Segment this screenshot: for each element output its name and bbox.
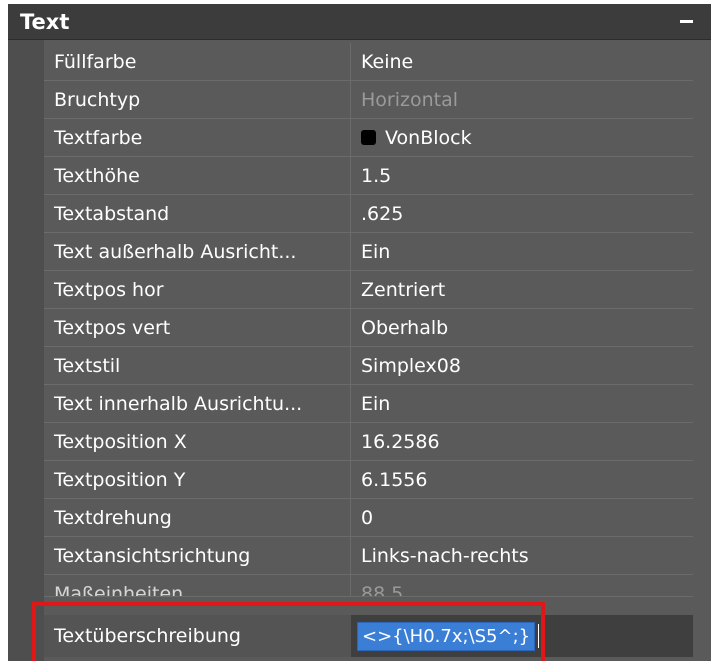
property-value[interactable]: 0 [351, 499, 693, 536]
text-override-field[interactable]: <>{\H0.7x;\S5^;} [351, 615, 693, 657]
color-swatch-icon [361, 130, 376, 145]
property-row-textueberschreibung[interactable]: Textüberschreibung <>{\H0.7x;\S5^;} [44, 615, 693, 657]
properties-panel: Text Füllfarbe Keine Bruchtyp Horizontal… [8, 4, 711, 661]
property-label: Textpos vert [44, 309, 351, 346]
section-header-text[interactable]: Text [8, 4, 711, 40]
property-value[interactable]: 16.2586 [351, 423, 693, 460]
property-label: Bruchtyp [44, 81, 351, 118]
text-cursor [538, 624, 540, 648]
property-value[interactable]: Links-nach-rechts [351, 537, 693, 574]
property-row-textposition-y[interactable]: Textposition Y 6.1556 [44, 461, 693, 499]
property-row-textdrehung[interactable]: Textdrehung 0 [44, 499, 693, 537]
property-row-texthoehe[interactable]: Texthöhe 1.5 [44, 157, 693, 195]
property-label: Textposition Y [44, 461, 351, 498]
property-value[interactable]: Keine [351, 43, 693, 80]
property-value: Horizontal [361, 88, 459, 111]
property-row-textabstand[interactable]: Textabstand .625 [44, 195, 693, 233]
property-label: Texthöhe [44, 157, 351, 194]
row-gutter [8, 40, 44, 661]
property-label: Text innerhalb Ausrichtu... [44, 385, 351, 422]
property-label: Textposition X [44, 423, 351, 460]
property-value[interactable]: Ein [351, 385, 693, 422]
property-value[interactable]: 1.5 [351, 157, 693, 194]
property-label: Füllfarbe [44, 43, 351, 80]
property-row-textstil[interactable]: Textstil Simplex08 [44, 347, 693, 385]
property-label: Textpos hor [44, 271, 351, 308]
property-row-textfarbe[interactable]: Textfarbe VonBlock [44, 119, 693, 157]
property-label: Textabstand [44, 195, 351, 232]
text-override-input[interactable]: <>{\H0.7x;\S5^;} [357, 621, 536, 651]
property-row-textpos-hor[interactable]: Textpos hor Zentriert [44, 271, 693, 309]
property-value: 88.5 [361, 583, 404, 597]
property-row-text-ausserhalb[interactable]: Text außerhalb Ausricht... Ein [44, 233, 693, 271]
property-value[interactable]: Ein [351, 233, 693, 270]
property-row-text-innerhalb[interactable]: Text innerhalb Ausrichtu... Ein [44, 385, 693, 423]
property-label: Textüberschreibung [54, 625, 241, 647]
collapse-icon[interactable] [675, 11, 697, 33]
property-value[interactable]: 6.1556 [351, 461, 693, 498]
property-row-textposition-x[interactable]: Textposition X 16.2586 [44, 423, 693, 461]
property-value[interactable]: Simplex08 [351, 347, 693, 384]
property-grid: Füllfarbe Keine Bruchtyp Horizontal Text… [44, 43, 693, 597]
property-value[interactable]: VonBlock [351, 119, 693, 156]
property-value[interactable]: Oberhalb [351, 309, 693, 346]
section-title: Text [20, 9, 70, 34]
property-row-fuellfarbe[interactable]: Füllfarbe Keine [44, 43, 693, 81]
property-label: Textdrehung [44, 499, 351, 536]
property-label: Text außerhalb Ausricht... [44, 233, 351, 270]
color-value-text: VonBlock [385, 126, 472, 149]
property-label: Textansichtsrichtung [44, 537, 351, 574]
property-row-bruchtyp: Bruchtyp Horizontal [44, 81, 693, 119]
property-row-textansichtsrichtung[interactable]: Textansichtsrichtung Links-nach-rechts [44, 537, 693, 575]
property-value[interactable]: Zentriert [351, 271, 693, 308]
property-row-masseinheiten: Maßeinheiten 88.5 [44, 575, 693, 597]
property-label: Maßeinheiten [44, 575, 351, 596]
property-label: Textstil [44, 347, 351, 384]
property-value[interactable]: .625 [351, 195, 693, 232]
property-label: Textfarbe [44, 119, 351, 156]
property-row-textpos-vert[interactable]: Textpos vert Oberhalb [44, 309, 693, 347]
